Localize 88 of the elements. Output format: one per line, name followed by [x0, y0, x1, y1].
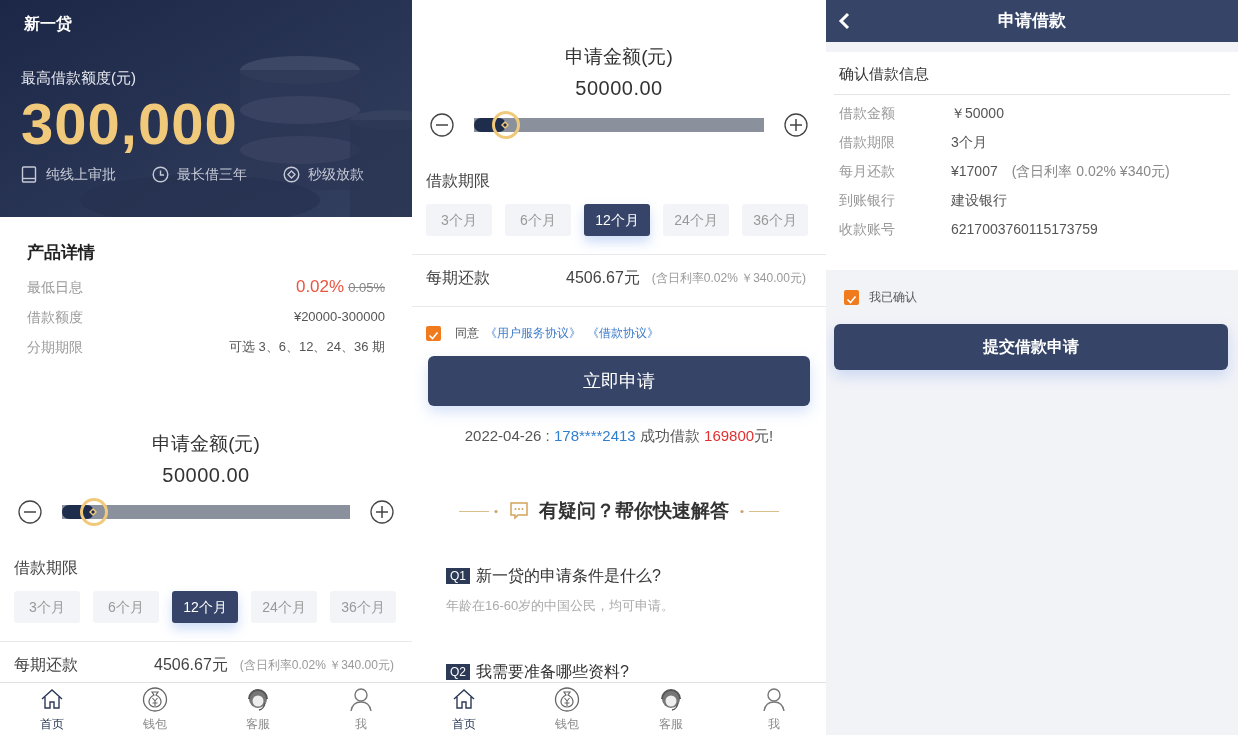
- checkbox[interactable]: [844, 289, 859, 305]
- repayment-label: 每期还款: [426, 268, 491, 288]
- confirm-label: 我已确认: [869, 289, 917, 306]
- minus-icon[interactable]: [18, 500, 42, 524]
- tab-bar-item[interactable]: 我: [309, 683, 412, 745]
- repayment-amount: 4506.67元: [566, 268, 640, 288]
- original-rate: 0.05%: [348, 280, 385, 296]
- tab-bar-item[interactable]: 我: [722, 683, 826, 745]
- chat-icon: [509, 501, 529, 521]
- repayment-note: (含日利率0.02% ￥340.00元): [239, 657, 394, 674]
- money-bag-icon: [141, 687, 168, 713]
- info-value: 6217003760115173759: [951, 220, 1098, 239]
- slider-thumb[interactable]: [490, 110, 521, 140]
- repayment-amount: 4506.67元: [154, 655, 228, 675]
- apply-button[interactable]: 立即申请: [428, 356, 810, 406]
- detail-label: 借款额度: [27, 307, 83, 327]
- info-value: 建设银行: [951, 191, 1007, 210]
- amount-value: 50000.00: [575, 76, 663, 101]
- info-label: 借款期限: [839, 133, 896, 152]
- limit-label: 最高借款额度(元): [21, 68, 136, 88]
- tab-bar-item[interactable]: 客服: [619, 683, 723, 745]
- detail-value: 可选 3、6、12、24、36 期: [228, 338, 385, 357]
- plus-icon[interactable]: [784, 113, 808, 137]
- card-title: 确认借款信息: [839, 64, 929, 84]
- tab-bar-item[interactable]: 首页: [412, 683, 516, 745]
- term-option[interactable]: 36个月: [742, 204, 808, 236]
- repayment-note: (含日利率0.02% ￥340.00元): [651, 270, 806, 287]
- clock-icon: [152, 166, 169, 183]
- money-bag-icon: [554, 687, 581, 713]
- question-badge: Q2: [446, 664, 470, 680]
- back-icon: [838, 12, 850, 30]
- term-label: 借款期限: [426, 171, 490, 191]
- term-option[interactable]: 6个月: [505, 204, 571, 236]
- plus-icon[interactable]: [370, 500, 394, 524]
- divider-ornament: [739, 508, 779, 514]
- faq-question: 我需要准备哪些资料?: [476, 662, 629, 682]
- submit-button[interactable]: 提交借款申请: [834, 324, 1228, 370]
- feature-label: 纯线上审批: [46, 165, 116, 184]
- agreement-link[interactable]: 《借款协议》: [587, 324, 659, 342]
- faq-title: 有疑问？帮你快速解答: [539, 499, 729, 523]
- term-option[interactable]: 12个月: [584, 204, 650, 236]
- agreement-link[interactable]: 《用户服务协议》: [485, 324, 581, 342]
- info-note: (含日利率 0.02% ¥340元): [1011, 162, 1170, 181]
- info-value: ￥50000: [951, 104, 1004, 123]
- info-label: 收款账号: [839, 220, 896, 239]
- rate-value: 0.02%: [295, 277, 345, 297]
- divider-ornament: [459, 508, 499, 514]
- repayment-label: 每期还款: [14, 655, 79, 675]
- detail-label: 分期期限: [27, 337, 83, 357]
- faq-answer: 年龄在16-60岁的中国公民，均可申请。: [446, 597, 675, 615]
- tab-bar-item[interactable]: 钱包: [103, 683, 206, 745]
- checkbox[interactable]: [426, 325, 441, 341]
- amount-label: 申请金额(元): [152, 432, 260, 456]
- person-icon: [347, 687, 374, 713]
- term-option[interactable]: 12个月: [172, 591, 238, 623]
- info-label: 到账银行: [839, 191, 896, 210]
- amount-label: 申请金额(元): [565, 45, 673, 69]
- info-label: 每月还款: [839, 162, 896, 181]
- term-label: 借款期限: [14, 558, 78, 578]
- tab-bar-item[interactable]: 客服: [206, 683, 309, 745]
- info-value: ¥17007: [951, 162, 998, 181]
- person-icon: [761, 687, 788, 713]
- detail-label: 最低日息: [27, 277, 83, 297]
- amount-value: 50000.00: [162, 463, 250, 488]
- info-value: 3个月: [951, 133, 987, 152]
- loan-ticker: 2022-04-26 : 178****2413 成功借款 169800元!: [463, 426, 775, 446]
- tab-bar-item[interactable]: 首页: [0, 683, 103, 745]
- section-title: 产品详情: [27, 242, 95, 264]
- feature-label: 秒级放款: [308, 165, 364, 184]
- question-badge: Q1: [446, 568, 470, 584]
- term-option[interactable]: 3个月: [426, 204, 492, 236]
- feature-label: 最长借三年: [177, 165, 247, 184]
- agreement-text: 同意: [455, 325, 479, 342]
- detail-value: ¥20000-300000: [293, 308, 385, 327]
- app-title: 新一贷: [24, 14, 72, 34]
- tablet-icon: [21, 166, 38, 183]
- info-label: 借款金额: [839, 104, 896, 123]
- term-option[interactable]: 24个月: [663, 204, 729, 236]
- slider-thumb[interactable]: [78, 497, 109, 527]
- term-option[interactable]: 6个月: [93, 591, 159, 623]
- faq-question: 新一贷的申请条件是什么?: [476, 566, 661, 586]
- page-title: 申请借款: [998, 10, 1066, 33]
- term-option[interactable]: 36个月: [330, 591, 396, 623]
- term-option[interactable]: 3个月: [14, 591, 80, 623]
- minus-icon[interactable]: [430, 113, 454, 137]
- limit-amount: 300,000: [21, 92, 238, 156]
- term-option[interactable]: 24个月: [251, 591, 317, 623]
- tab-bar-item[interactable]: 钱包: [515, 683, 619, 745]
